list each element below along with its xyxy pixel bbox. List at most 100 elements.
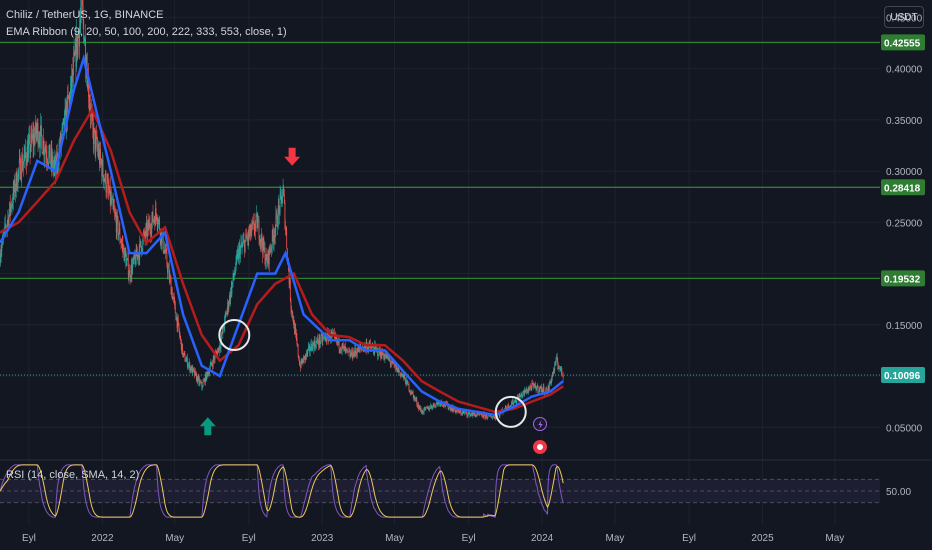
candle-body — [320, 341, 321, 344]
candle-body — [91, 113, 93, 117]
candle-body — [0, 250, 2, 256]
candle-body — [41, 125, 42, 137]
candle-body — [238, 248, 239, 261]
candle-body — [62, 122, 64, 128]
candle-body — [180, 337, 182, 340]
candle-body — [521, 394, 523, 398]
candle-body — [283, 186, 285, 194]
candle-body — [320, 335, 322, 342]
candle-body — [470, 414, 471, 417]
candle-body — [97, 146, 98, 150]
candle-body — [139, 241, 141, 259]
x-tick-label: Eyl — [682, 533, 696, 544]
candle-body — [487, 414, 489, 418]
candle-body — [89, 101, 91, 107]
candle-body — [474, 412, 476, 415]
level-price-label: 0.19532 — [884, 274, 921, 285]
candle-body — [156, 214, 158, 220]
y-tick-label: 0.25000 — [886, 218, 923, 229]
candle-body — [376, 348, 378, 349]
candle-body — [228, 304, 230, 309]
candle-body — [298, 355, 300, 360]
candle-body — [174, 299, 176, 304]
candle-body — [46, 157, 48, 162]
candle-body — [96, 136, 98, 147]
candle-body — [248, 232, 250, 238]
candle-body — [537, 385, 539, 392]
candle-body — [235, 256, 237, 270]
candle-body — [515, 400, 516, 403]
candle-body — [95, 135, 97, 150]
candle-body — [126, 259, 127, 266]
candle-body — [368, 346, 370, 350]
candle-body — [24, 147, 26, 155]
candle-body — [150, 232, 152, 234]
candle-body — [404, 374, 406, 379]
candle-body — [295, 332, 297, 338]
candle-body — [269, 246, 271, 251]
candle-body — [114, 211, 116, 215]
currency-button[interactable]: USDT — [884, 6, 924, 28]
candle-body — [244, 240, 246, 253]
candle-body — [254, 223, 256, 231]
candle-body — [283, 193, 285, 203]
candle-body — [388, 357, 390, 360]
candle-body — [114, 209, 115, 212]
candle-body — [401, 374, 403, 376]
symbol-title: Chiliz / TetherUS, 1G, BINANCE — [6, 9, 164, 21]
candle-body — [551, 377, 553, 383]
candle-body — [371, 346, 373, 349]
candle-body — [316, 341, 318, 343]
candle-body — [17, 186, 18, 190]
candle-body — [192, 367, 194, 370]
level-price-label: 0.42555 — [884, 38, 921, 49]
candle-body — [201, 387, 203, 388]
rsi-level-label: 50.00 — [886, 487, 911, 498]
candle-body — [265, 262, 267, 265]
candle-body — [185, 359, 187, 362]
candle-body — [423, 408, 425, 413]
candle-body — [412, 392, 414, 396]
candle-body — [220, 347, 221, 349]
candle-body — [141, 249, 143, 252]
candle-body — [231, 284, 233, 295]
candle-body — [206, 371, 207, 381]
candle-body — [430, 405, 432, 407]
lightning-icon[interactable] — [533, 417, 547, 431]
candle-body — [345, 346, 347, 350]
x-tick-label: Eyl — [22, 533, 36, 544]
candle-body — [432, 407, 433, 409]
candle-body — [530, 386, 532, 388]
candle-body — [513, 400, 515, 403]
candle-body — [466, 412, 468, 416]
candle-body — [224, 314, 226, 317]
candle-body — [250, 231, 252, 236]
candle-body — [535, 384, 536, 388]
candle-body — [290, 300, 292, 309]
candle-body — [48, 152, 50, 164]
candle-body — [226, 309, 228, 315]
candle-body — [245, 234, 247, 239]
price-chart[interactable]: 0.450000.400000.350000.300000.250000.200… — [0, 0, 932, 550]
candle-body — [273, 235, 275, 243]
candle-body — [522, 392, 524, 395]
candle-body — [83, 41, 85, 43]
candle-body — [202, 382, 204, 388]
candle-body — [173, 297, 175, 300]
candle-body — [159, 219, 161, 231]
arrow-down-icon — [284, 147, 301, 166]
candle-body — [286, 232, 288, 249]
candle-body — [118, 233, 120, 236]
candle-body — [548, 382, 550, 390]
us-flag-icon[interactable] — [533, 440, 547, 454]
candle-body — [92, 116, 94, 127]
candle-body — [167, 267, 169, 273]
candle-body — [556, 356, 558, 362]
candle-body — [18, 168, 20, 171]
candle-body — [82, 0, 83, 6]
candle-body — [108, 181, 109, 190]
candle-body — [147, 225, 148, 237]
candle-body — [203, 380, 204, 383]
candle-body — [520, 395, 521, 397]
x-tick-label: 2023 — [311, 533, 334, 544]
